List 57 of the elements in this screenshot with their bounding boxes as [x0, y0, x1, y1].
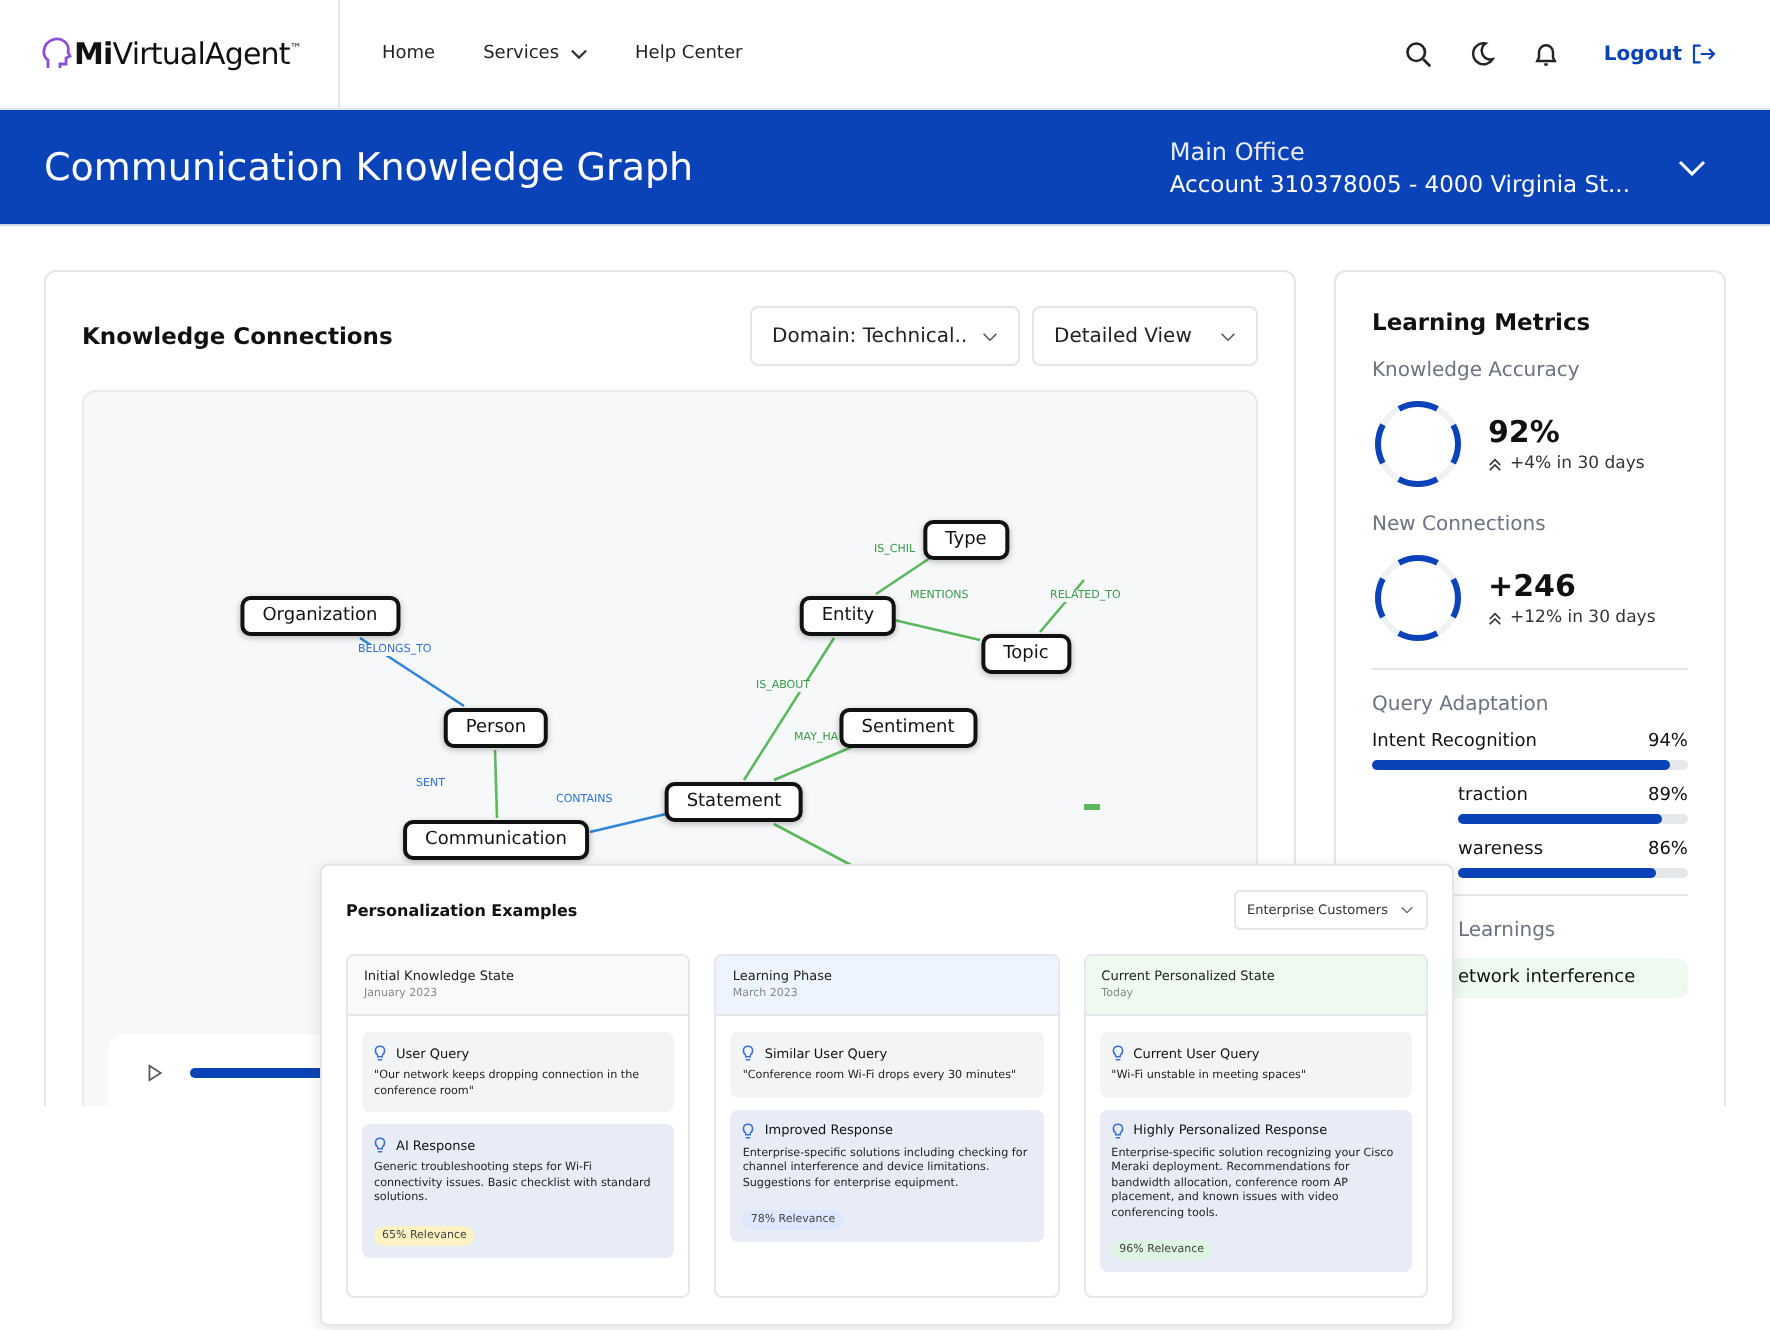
filter-dropdown[interactable]: Domain: Technical..: [750, 306, 1020, 366]
graph-node[interactable]: Sentiment: [839, 708, 977, 748]
search-icon[interactable]: [1403, 40, 1432, 68]
metric-value: 92%: [1488, 414, 1562, 450]
lightbulb-icon: [374, 1136, 386, 1155]
ring-icon: [1372, 398, 1464, 490]
lightbulb-icon: [1111, 1121, 1124, 1140]
nav-link[interactable]: Home: [382, 44, 436, 64]
nav-link[interactable]: Help Center: [635, 44, 743, 64]
metric-name: Intent Recognition: [1372, 732, 1538, 752]
graph-node[interactable]: Organization: [240, 596, 400, 636]
metric-delta: +4% in 30 days: [1510, 454, 1645, 474]
graph-node[interactable]: Topic: [981, 634, 1071, 674]
lightbulb-icon: [374, 1044, 386, 1062]
chevron-icon[interactable]: [1678, 159, 1706, 175]
ring-icon: [1372, 552, 1464, 644]
metric-reading: 94%: [1647, 732, 1688, 752]
panel-title: Personalization Examples: [346, 901, 578, 919]
chevron-icon: [1400, 906, 1414, 914]
metric-reading: 86%: [1647, 840, 1688, 860]
logout-icon: [1692, 44, 1716, 64]
moon-icon[interactable]: [1467, 40, 1496, 68]
logo[interactable]: MiVirtualAgent$^{™}$: [74, 36, 302, 72]
metric-name: wareness: [1456, 840, 1544, 860]
chevron-icon: [569, 48, 588, 60]
metric-label: New Connections: [1372, 514, 1548, 536]
head-icon: [40, 36, 72, 72]
filter-dropdown[interactable]: Detailed View: [1032, 306, 1258, 366]
graph-node[interactable]: Person: [443, 708, 549, 748]
nav-link[interactable]: Services: [483, 44, 588, 64]
graph-marker: [1084, 804, 1100, 810]
metric-delta: +12% in 30 days: [1510, 608, 1656, 628]
play-icon[interactable]: [148, 1062, 163, 1084]
bell-icon[interactable]: [1531, 40, 1560, 68]
card-title: Learning Metrics: [1372, 308, 1593, 336]
account-name: Account 310378005 - 4000 Virginia St...: [1169, 169, 1630, 197]
lightbulb-icon: [742, 1121, 755, 1140]
graph-node[interactable]: Type: [923, 520, 1009, 560]
logout-button[interactable]: Logout: [1603, 43, 1716, 65]
card-title: Knowledge Connections: [82, 322, 393, 350]
lightbulb-icon: [742, 1044, 755, 1062]
graph-node[interactable]: Statement: [664, 782, 804, 822]
metric-label: Query Adaptation: [1372, 694, 1551, 716]
metric-label: Learnings: [1456, 920, 1558, 942]
location-label: Main Office: [1169, 137, 1307, 165]
metric-value: +246: [1488, 568, 1578, 604]
metric-name: traction: [1456, 786, 1528, 806]
page-title: Communication Knowledge Graph: [44, 145, 694, 189]
graph-node[interactable]: Communication: [403, 820, 589, 860]
double-chevron-icon: [1488, 457, 1502, 471]
chevron-icon: [982, 331, 998, 341]
double-chevron-icon: [1488, 611, 1502, 625]
chevron-icon: [1220, 331, 1236, 341]
metric-label: Knowledge Accuracy: [1372, 360, 1582, 382]
metric-reading: 89%: [1647, 786, 1688, 806]
graph-node[interactable]: Entity: [799, 596, 897, 636]
lightbulb-icon: [1111, 1044, 1124, 1062]
